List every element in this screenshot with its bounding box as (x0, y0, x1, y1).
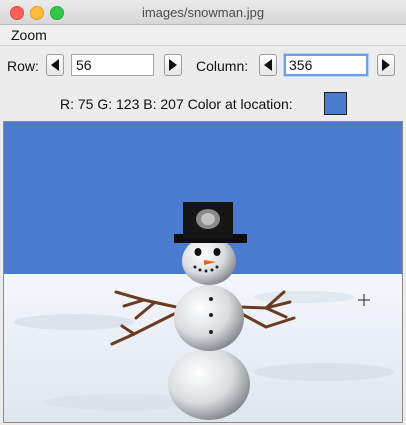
column-decrement-button[interactable] (259, 54, 277, 76)
row-label: Row: (7, 58, 39, 74)
left-arrow-icon (51, 59, 59, 71)
pixel-info-bar: R: 75 G: 123 B: 207 Color at location: (0, 88, 406, 121)
column-input[interactable] (284, 54, 368, 76)
menu-zoom[interactable]: Zoom (11, 27, 47, 43)
snowman-image (4, 122, 402, 422)
row-decrement-button[interactable] (46, 54, 64, 76)
left-arrow-icon (264, 59, 272, 71)
right-arrow-icon (382, 59, 390, 71)
row-increment-button[interactable] (164, 54, 182, 76)
right-arrow-icon (169, 59, 177, 71)
color-swatch (324, 92, 347, 115)
window-title: images/snowman.jpg (141, 5, 265, 20)
rgb-readout: R: 75 G: 123 B: 207 Color at location: (60, 96, 293, 112)
column-increment-button[interactable] (377, 54, 395, 76)
menu-bar: Zoom (0, 25, 406, 46)
image-viewer[interactable] (3, 121, 403, 423)
row-input[interactable] (71, 54, 154, 76)
navigation-controls: Row: Column: (0, 46, 406, 89)
column-label: Column: (196, 58, 249, 74)
crosshair-cursor-icon (358, 294, 370, 306)
title-bar: images/snowman.jpg (0, 0, 406, 25)
